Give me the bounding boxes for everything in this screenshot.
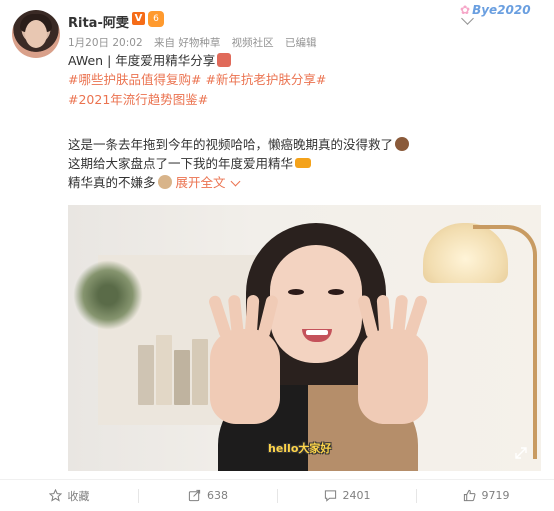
level-badge[interactable]: 6 bbox=[148, 11, 164, 27]
post-text: 这是一条去年拖到今年的视频哈哈，懒癌晚期真的没得救了 bbox=[68, 137, 394, 152]
hashtag-link[interactable]: #2021年流行趋势图鉴# bbox=[68, 92, 208, 107]
video-subtitle: hello大家好 bbox=[268, 442, 332, 455]
watermark: ✿ Bye2020 bbox=[460, 3, 531, 17]
plant bbox=[73, 260, 143, 330]
favorite-label: 收藏 bbox=[67, 489, 90, 503]
expand-icon[interactable] bbox=[515, 447, 527, 459]
cat-emoji-icon bbox=[157, 175, 172, 189]
avatar-face bbox=[25, 20, 47, 48]
video-player[interactable]: hello大家好 bbox=[68, 205, 541, 471]
bar-emoji-icon bbox=[295, 158, 312, 168]
post-text: 这期给大家盘点了一下我的年度爱用精华 bbox=[68, 156, 294, 171]
thumbs-up-icon bbox=[463, 489, 475, 502]
hashtag-link[interactable]: #新年抗老护肤分享# bbox=[205, 72, 326, 87]
post-edited[interactable]: 已编辑 bbox=[285, 37, 317, 49]
hashtag-link[interactable]: #哪些护肤品值得复购# bbox=[68, 72, 201, 87]
chevron-down-icon[interactable] bbox=[230, 176, 240, 187]
monkey-emoji-icon bbox=[395, 137, 410, 151]
gift-bag-emoji-icon bbox=[217, 53, 232, 67]
verified-badge[interactable]: V bbox=[132, 12, 145, 25]
post-title: AWen | 年度爱用精华分享 bbox=[68, 53, 216, 68]
lamp-arm bbox=[473, 225, 537, 459]
like-count: 9719 bbox=[481, 489, 510, 502]
repost-count: 638 bbox=[207, 489, 228, 502]
video-person bbox=[207, 217, 429, 471]
avatar[interactable] bbox=[12, 10, 60, 58]
post-time[interactable]: 1月20日 20:02 bbox=[68, 37, 143, 49]
post-title-line: AWen | 年度爱用精华分享 bbox=[68, 52, 232, 70]
username[interactable]: Rita-阿雯 bbox=[68, 12, 129, 31]
post-source[interactable]: 来自 好物种草 bbox=[154, 37, 220, 49]
weibo-post-card: Rita-阿雯 V 6 1月20日 20:02 来自 好物种草 视频社区 已编辑… bbox=[0, 0, 554, 511]
post-line-1: 这是一条去年拖到今年的视频哈哈，懒癌晚期真的没得救了 bbox=[68, 136, 410, 154]
post-visibility: 视频社区 bbox=[231, 37, 274, 49]
comment-count: 2401 bbox=[342, 489, 371, 502]
hashtag-line: #哪些护肤品值得复购# #新年抗老护肤分享# bbox=[68, 71, 326, 89]
like-button[interactable]: 9719 bbox=[417, 480, 554, 511]
post-text: 精华真的不嫌多 bbox=[68, 175, 156, 190]
comment-icon bbox=[324, 490, 336, 502]
expand-full-text-link[interactable]: 展开全文 bbox=[176, 175, 226, 190]
favorite-button[interactable]: 收藏 bbox=[0, 480, 138, 511]
repost-button[interactable]: 638 bbox=[139, 480, 277, 511]
star-icon bbox=[48, 489, 62, 502]
hashtag-line-2: #2021年流行趋势图鉴# bbox=[68, 91, 208, 109]
post-meta: 1月20日 20:02 来自 好物种草 视频社区 已编辑 bbox=[68, 35, 325, 50]
share-icon bbox=[188, 489, 201, 502]
watermark-text: Bye2020 bbox=[472, 3, 531, 17]
post-line-2: 这期给大家盘点了一下我的年度爱用精华 bbox=[68, 155, 312, 173]
comment-button[interactable]: 2401 bbox=[278, 480, 416, 511]
post-line-3: 精华真的不嫌多 展开全文 bbox=[68, 174, 240, 192]
